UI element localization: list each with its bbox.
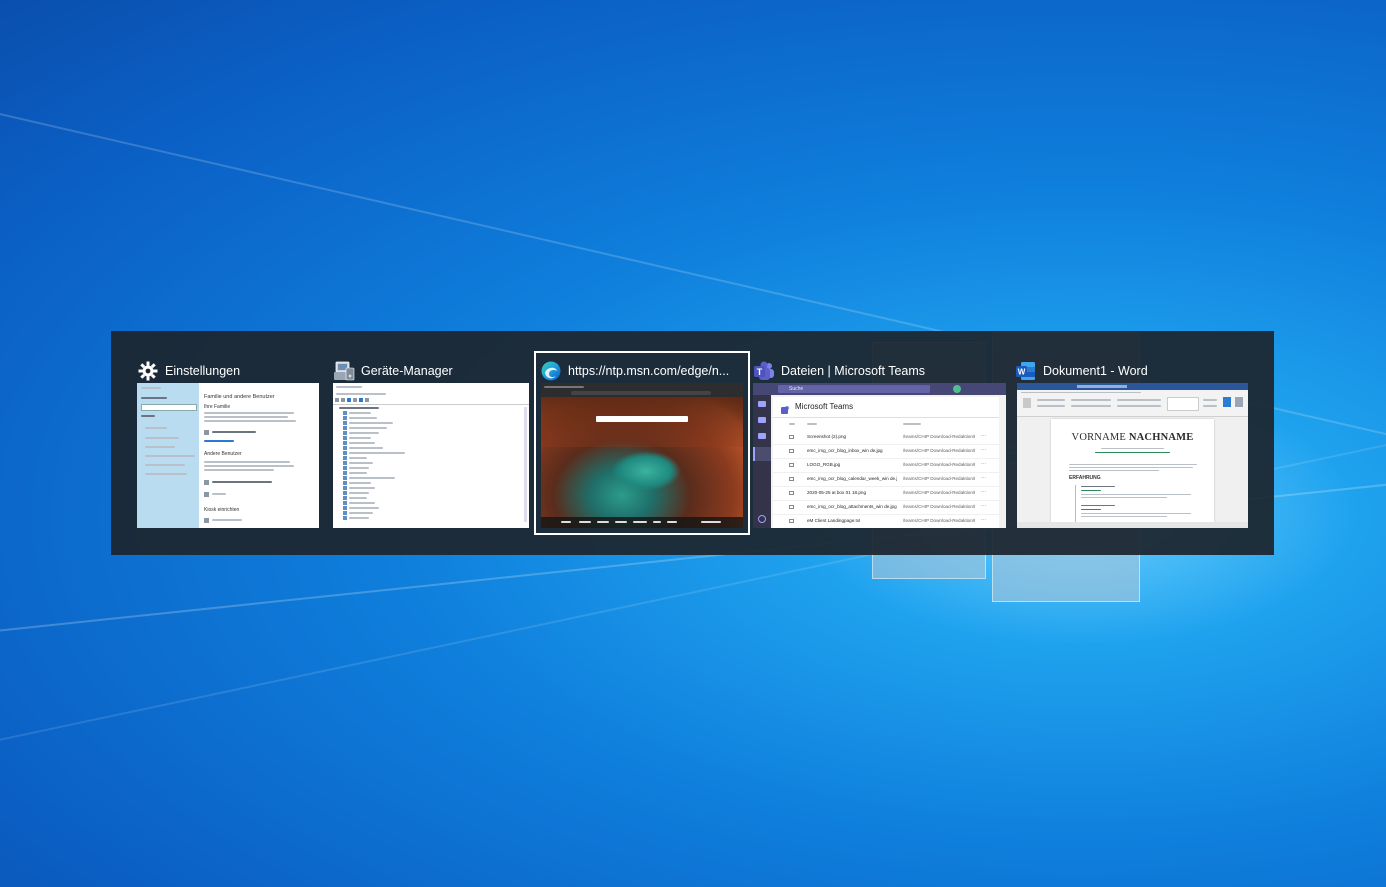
settings-thumbnail: Familie und andere Benutzer Ihre Familie… bbox=[137, 383, 319, 528]
file-icon bbox=[789, 449, 794, 453]
gear-icon bbox=[137, 360, 159, 382]
teams-app-title: Microsoft Teams bbox=[795, 402, 854, 411]
teams-search: Suche bbox=[789, 386, 804, 392]
file-icon bbox=[789, 505, 794, 509]
word-icon: W bbox=[1015, 360, 1037, 382]
tile-header: Einstellungen bbox=[137, 359, 240, 383]
edge-thumbnail bbox=[541, 383, 743, 528]
word-name-last: NACHNAME bbox=[1128, 432, 1194, 443]
more-options-icon[interactable]: ··· bbox=[981, 489, 986, 495]
file-name: eM Client Landingpage.txt bbox=[807, 518, 861, 523]
word-name-first: VORNAME bbox=[1071, 432, 1127, 443]
file-name: emc_img_ocr_blog_inbox_win de.jpg bbox=[807, 448, 883, 453]
word-section: ERFAHRUNG bbox=[1069, 475, 1101, 481]
search-box[interactable] bbox=[596, 416, 688, 422]
word-ribbon bbox=[1017, 390, 1248, 417]
more-options-icon[interactable]: ··· bbox=[981, 517, 986, 523]
tile-title: Dateien | Microsoft Teams bbox=[781, 364, 926, 378]
file-row[interactable]: eM Client Landingpage.txt/teams/CHIP Dow… bbox=[773, 515, 999, 528]
word-titlebar bbox=[1017, 383, 1248, 390]
tile-title: Geräte-Manager bbox=[361, 364, 453, 378]
tile-title: https://ntp.msn.com/edge/n... bbox=[568, 364, 730, 378]
svg-text:T: T bbox=[757, 367, 763, 377]
tile-header: Geräte-Manager bbox=[333, 359, 453, 383]
file-row[interactable]: emc_img_ocr_blog_calendar_week_win de.jp… bbox=[773, 473, 999, 487]
teams-thumbnail: Suche Microsoft Teams Screenshot (2).png… bbox=[753, 383, 1006, 528]
file-row[interactable]: LOGO_RGB.jpg/teams/CHIP Download-Redakti… bbox=[773, 459, 999, 473]
file-icon bbox=[789, 519, 794, 523]
browser-chrome bbox=[541, 383, 743, 397]
file-icon bbox=[789, 435, 794, 439]
settings-heading: Familie und andere Benutzer bbox=[204, 394, 275, 400]
file-path: /teams/CHIP Download-Redaktion/Fi... bbox=[903, 448, 975, 453]
teams-titlebar: Suche bbox=[753, 383, 1006, 395]
file-name: LOGO_RGB.jpg bbox=[807, 462, 841, 467]
file-name: emc_img_ocr_blog_calendar_week_win de.jp… bbox=[807, 476, 897, 481]
window-tile-teams[interactable]: T Dateien | Microsoft Teams Suche Micros… bbox=[751, 353, 1011, 533]
tile-header: W Dokument1 - Word bbox=[1015, 359, 1148, 383]
settings-section: Ihre Familie bbox=[204, 404, 231, 410]
file-icon bbox=[789, 477, 794, 481]
file-row[interactable]: Screenshot (2).png/teams/CHIP Download-R… bbox=[773, 431, 999, 445]
alt-tab-switcher: Einstellungen Familie und andere Benutze… bbox=[111, 331, 1274, 555]
file-row[interactable]: emc_img_ocr_blog_inbox_win de.jpg/teams/… bbox=[773, 445, 999, 459]
more-options-icon[interactable]: ··· bbox=[981, 475, 986, 481]
window-tile-settings[interactable]: Einstellungen Familie und andere Benutze… bbox=[133, 353, 323, 533]
teams-rail bbox=[753, 395, 771, 528]
file-path: /teams/CHIP Download-Redaktion/Fi... bbox=[903, 434, 975, 439]
settings-section-3: Kiosk einrichten bbox=[204, 507, 240, 513]
file-icon bbox=[789, 463, 794, 467]
more-options-icon[interactable]: ··· bbox=[981, 503, 986, 509]
device-manager-icon bbox=[333, 360, 355, 382]
more-options-icon[interactable]: ··· bbox=[981, 447, 986, 453]
file-row[interactable]: 2020-05-25 at box 01 18.png/teams/CHIP D… bbox=[773, 487, 999, 501]
settings-section-2: Andere Benutzer bbox=[204, 451, 242, 457]
word-thumbnail: VORNAME NACHNAME ERFAHRUNG bbox=[1017, 383, 1248, 528]
tile-title: Einstellungen bbox=[165, 364, 241, 378]
file-name: Screenshot (2).png bbox=[807, 434, 847, 439]
file-row[interactable]: emc_img_ocr_blog_attachments_win de.jpg /… bbox=[773, 501, 999, 515]
file-path: /teams/CHIP Download-Redaktion/Fi... bbox=[903, 504, 975, 509]
file-path: /teams/CHIP Download-Redaktion/Fi... bbox=[903, 462, 975, 467]
window-tile-word[interactable]: W Dokument1 - Word VORNAME NACHNAME ERFA… bbox=[1013, 353, 1253, 533]
more-options-icon[interactable]: ··· bbox=[981, 461, 986, 467]
file-path: /teams/CHIP Download-Redaktion/Fi... bbox=[903, 476, 975, 481]
file-path: /teams/CHIP Download-Redaktion/Fi... bbox=[903, 518, 975, 523]
teams-main: Microsoft Teams Screenshot (2).png/teams… bbox=[773, 397, 999, 528]
window-tile-device-manager[interactable]: Geräte-Manager bbox=[329, 353, 535, 533]
teams-icon: T bbox=[753, 360, 775, 382]
device-manager-thumbnail bbox=[333, 383, 529, 528]
file-icon bbox=[789, 491, 794, 495]
more-options-icon[interactable]: ··· bbox=[981, 433, 986, 439]
svg-text:W: W bbox=[1018, 368, 1026, 377]
tile-header: T Dateien | Microsoft Teams bbox=[753, 359, 925, 383]
file-path: /teams/CHIP Download-Redaktion/Fi... bbox=[903, 490, 975, 495]
tile-header: https://ntp.msn.com/edge/n... bbox=[540, 359, 729, 383]
tile-title: Dokument1 - Word bbox=[1043, 364, 1148, 378]
word-page: VORNAME NACHNAME ERFAHRUNG bbox=[1051, 419, 1214, 528]
word-statusbar bbox=[1017, 522, 1248, 528]
file-name: emc_img_ocr_blog_attachments_win de.jpg bbox=[807, 504, 897, 509]
file-name: 2020-05-25 at box 01 18.png bbox=[807, 490, 867, 495]
edge-icon bbox=[540, 360, 562, 382]
window-tile-edge[interactable]: https://ntp.msn.com/edge/n... bbox=[534, 351, 750, 535]
